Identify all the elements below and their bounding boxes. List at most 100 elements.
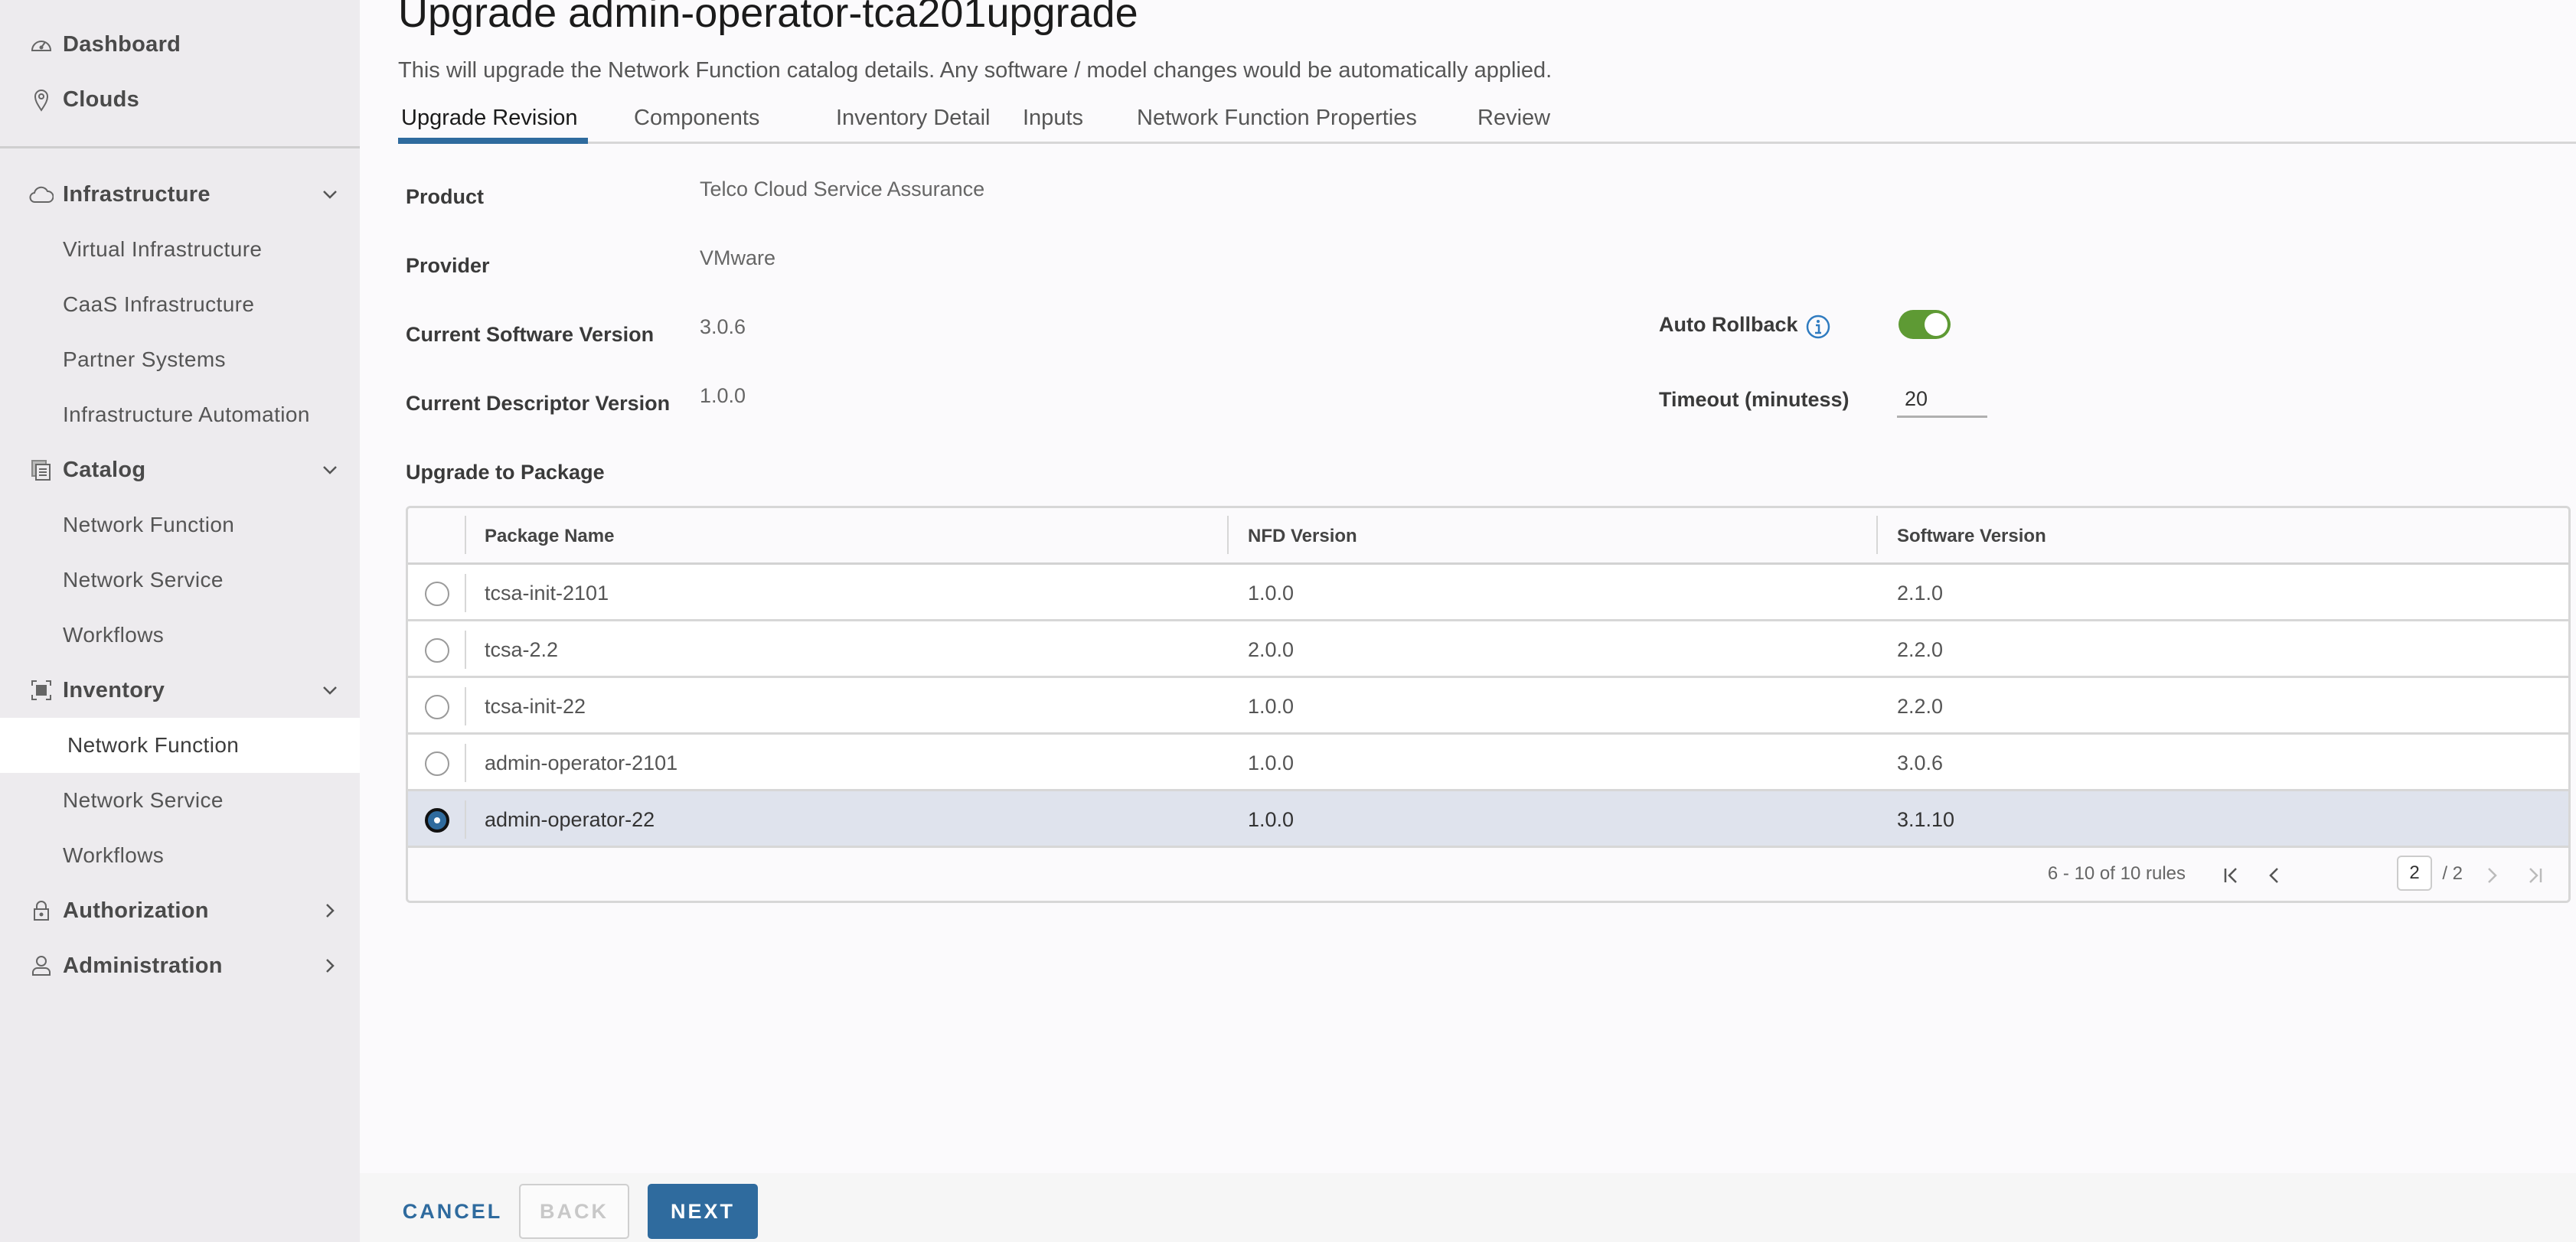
chevron-right-icon xyxy=(326,959,335,973)
dashboard-gauge-icon xyxy=(28,31,55,58)
info-icon[interactable] xyxy=(1805,314,1831,340)
table-row[interactable]: tcsa-init-22 1.0.0 2.2.0 xyxy=(408,678,2568,735)
sidebar-item-caas-infrastructure[interactable]: CaaS Infrastructure xyxy=(0,277,360,332)
sidebar-item-label: Network Function xyxy=(67,733,240,757)
table-pagination: 6 - 10 of 10 rules / 2 xyxy=(408,848,2568,901)
sidebar-group-infrastructure[interactable]: Infrastructure xyxy=(0,167,360,222)
sidebar-item-label: Infrastructure Automation xyxy=(63,403,310,426)
column-separator xyxy=(1227,516,1229,554)
next-page-button[interactable] xyxy=(2476,859,2507,892)
user-icon xyxy=(28,952,55,980)
row-radio-selected[interactable] xyxy=(425,808,449,833)
page-title: Upgrade admin-operator-tca201upgrade xyxy=(398,0,1138,36)
table-row[interactable]: admin-operator-2101 1.0.0 3.0.6 xyxy=(408,735,2568,791)
provider-value: VMware xyxy=(700,246,776,269)
package-name-cell: tcsa-init-2101 xyxy=(485,581,609,605)
auto-rollback-label: Auto Rollback xyxy=(1659,313,1798,336)
back-button[interactable]: BACK xyxy=(519,1184,629,1239)
previous-page-button[interactable] xyxy=(2259,859,2290,892)
inventory-grid-icon xyxy=(28,676,55,704)
sidebar-item-label: Virtual Infrastructure xyxy=(63,237,263,261)
nfd-version-cell: 1.0.0 xyxy=(1248,751,1295,774)
sidebar-item-partner-systems[interactable]: Partner Systems xyxy=(0,332,360,387)
sidebar-item-catalog-network-function[interactable]: Network Function xyxy=(0,497,360,553)
wizard-tabs: Upgrade Revision Components Inventory De… xyxy=(398,101,2576,144)
column-separator xyxy=(1876,516,1878,554)
column-separator xyxy=(465,574,466,612)
page-subtitle: This will upgrade the Network Function c… xyxy=(398,58,1552,83)
current-descriptor-version-label: Current Descriptor Version xyxy=(406,392,671,415)
tab-inventory-detail[interactable]: Inventory Detail xyxy=(836,106,991,131)
chevron-down-icon xyxy=(323,466,337,474)
sidebar-item-catalog-workflows[interactable]: Workflows xyxy=(0,608,360,663)
sidebar-item-label: Administration xyxy=(63,953,223,978)
sidebar-item-label: Network Function xyxy=(63,513,235,536)
sidebar-item-virtual-infrastructure[interactable]: Virtual Infrastructure xyxy=(0,222,360,277)
chevron-right-icon xyxy=(2488,868,2497,883)
table-row[interactable]: tcsa-2.2 2.0.0 2.2.0 xyxy=(408,621,2568,678)
timeout-label: Timeout (minutess) xyxy=(1659,388,1850,411)
sidebar: Dashboard Clouds Infrastructure Virtual … xyxy=(0,0,360,1242)
package-name-cell: admin-operator-22 xyxy=(485,807,655,831)
sidebar-group-administration[interactable]: Administration xyxy=(0,938,360,993)
tab-upgrade-revision[interactable]: Upgrade Revision xyxy=(401,106,578,131)
chevron-down-icon xyxy=(323,191,337,199)
tab-network-function-properties[interactable]: Network Function Properties xyxy=(1137,106,1417,131)
package-name-cell: tcsa-2.2 xyxy=(485,637,559,661)
auto-rollback-toggle[interactable] xyxy=(1899,310,1951,339)
software-version-cell: 3.0.6 xyxy=(1897,751,1944,774)
provider-label: Provider xyxy=(406,254,490,277)
cancel-button[interactable]: CANCEL xyxy=(403,1184,502,1239)
nfd-version-cell: 1.0.0 xyxy=(1248,694,1295,718)
sidebar-item-dashboard[interactable]: Dashboard xyxy=(0,17,360,72)
active-tab-indicator xyxy=(398,138,588,144)
nfd-version-cell: 2.0.0 xyxy=(1248,637,1295,661)
table-row-selected[interactable]: admin-operator-22 1.0.0 3.1.10 xyxy=(408,791,2568,848)
timeout-input[interactable] xyxy=(1897,383,1987,418)
column-separator xyxy=(465,516,466,554)
row-radio[interactable] xyxy=(425,751,449,776)
column-separator xyxy=(465,687,466,725)
sidebar-divider xyxy=(0,146,360,148)
sidebar-item-inventory-network-function[interactable]: Network Function xyxy=(0,718,360,773)
pagination-total: / 2 xyxy=(2442,863,2463,884)
pagination-summary: 6 - 10 of 10 rules xyxy=(2047,863,2186,884)
sidebar-group-inventory[interactable]: Inventory xyxy=(0,663,360,718)
sidebar-item-inventory-workflows[interactable]: Workflows xyxy=(0,828,360,883)
sidebar-group-authorization[interactable]: Authorization xyxy=(0,883,360,938)
sidebar-item-clouds[interactable]: Clouds xyxy=(0,72,360,127)
current-software-version-label: Current Software Version xyxy=(406,323,655,346)
sidebar-item-infrastructure-automation[interactable]: Infrastructure Automation xyxy=(0,387,360,442)
sidebar-item-label: Partner Systems xyxy=(63,347,226,371)
tab-components[interactable]: Components xyxy=(634,106,759,131)
column-header-package-name[interactable]: Package Name xyxy=(485,508,614,565)
row-radio[interactable] xyxy=(425,695,449,719)
sidebar-group-catalog[interactable]: Catalog xyxy=(0,442,360,497)
row-radio[interactable] xyxy=(425,638,449,663)
sidebar-item-label: Authorization xyxy=(63,898,209,923)
row-radio[interactable] xyxy=(425,582,449,606)
upgrade-to-package-label: Upgrade to Package xyxy=(406,461,605,484)
sidebar-item-catalog-network-service[interactable]: Network Service xyxy=(0,553,360,608)
sidebar-item-label: Network Service xyxy=(63,788,224,812)
column-header-software-version[interactable]: Software Version xyxy=(1897,508,2046,565)
product-value: Telco Cloud Service Assurance xyxy=(700,178,985,200)
main-content: Upgrade admin-operator-tca201upgrade Thi… xyxy=(360,0,2576,1173)
tab-inputs[interactable]: Inputs xyxy=(1023,106,1083,131)
column-header-nfd-version[interactable]: NFD Version xyxy=(1248,508,1357,565)
sidebar-item-label: Infrastructure xyxy=(63,181,211,207)
sidebar-item-label: Workflows xyxy=(63,843,165,867)
map-pin-icon xyxy=(28,86,55,113)
table-row[interactable]: tcsa-init-2101 1.0.0 2.1.0 xyxy=(408,565,2568,621)
last-page-button[interactable] xyxy=(2519,859,2550,892)
last-page-icon xyxy=(2529,868,2542,883)
sidebar-item-inventory-network-service[interactable]: Network Service xyxy=(0,773,360,828)
page-number-input[interactable] xyxy=(2397,856,2432,891)
first-page-icon xyxy=(2224,868,2237,883)
nfd-version-cell: 1.0.0 xyxy=(1248,581,1295,605)
lock-icon xyxy=(28,897,55,924)
tab-review[interactable]: Review xyxy=(1477,106,1550,131)
next-button[interactable]: NEXT xyxy=(648,1184,758,1239)
current-descriptor-version-value: 1.0.0 xyxy=(700,384,746,407)
first-page-button[interactable] xyxy=(2216,859,2247,892)
